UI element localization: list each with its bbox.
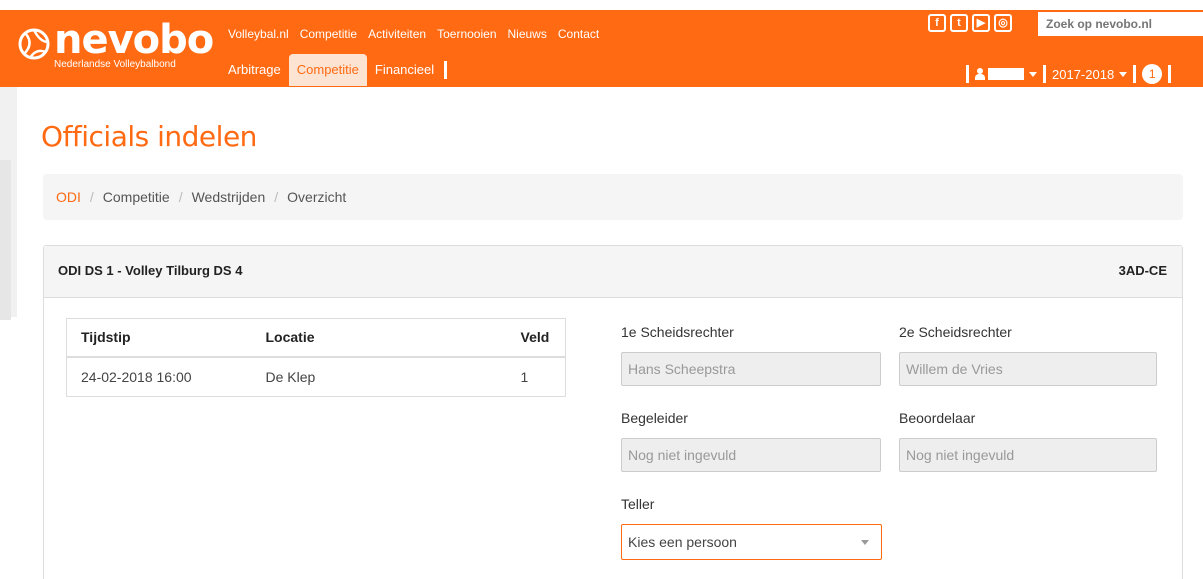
top-nav: Volleybal.nl Competitie Activiteiten Toe…	[228, 20, 610, 48]
nav-toernooien[interactable]: Toernooien	[437, 20, 496, 48]
user-icon	[975, 68, 985, 80]
cell-tijdstip: 24-02-2018 16:00	[81, 368, 192, 385]
facebook-icon[interactable]: f	[928, 14, 946, 32]
subnav-arbitrage[interactable]: Arbitrage	[220, 54, 289, 86]
nav-activiteiten[interactable]: Activiteiten	[368, 20, 426, 48]
guide-label: Begeleider	[621, 410, 688, 426]
match-title: ODI DS 1 - Volley Tilburg DS 4	[58, 263, 243, 278]
col-tijdstip: Tijdstip	[66, 318, 252, 358]
notification-badge[interactable]: 1	[1142, 64, 1163, 84]
breadcrumb-odi[interactable]: ODI	[56, 189, 81, 205]
breadcrumb: ODI / Competitie / Wedstrijden / Overzic…	[43, 174, 1183, 220]
col-veld: Veld	[506, 318, 566, 358]
counter-select-value: Kies een persoon	[628, 534, 737, 550]
table-row: 24-02-2018 16:00 De Klep 1	[67, 357, 566, 397]
match-info-table: Tijdstip Locatie Veld 24-02-2018 16:00 D…	[66, 318, 566, 397]
notif-separator	[1133, 65, 1137, 83]
season-selector[interactable]: 2017-2018	[1052, 67, 1114, 82]
match-panel: ODI DS 1 - Volley Tilburg DS 4 3AD-CE Ti…	[43, 245, 1183, 579]
cell-veld: 1	[520, 368, 529, 385]
cell-locatie: De Klep	[265, 368, 316, 385]
col-locatie: Locatie	[251, 318, 507, 358]
page-title: Officials indelen	[41, 120, 257, 153]
social-links: f t ▶ ◎	[928, 14, 1012, 32]
subnav-financieel[interactable]: Financieel	[367, 54, 442, 86]
user-separator	[966, 65, 969, 83]
nevobo-logo[interactable]: nevobo Nederlandse Volleybalbond	[18, 18, 214, 80]
assessor-label: Beoordelaar	[899, 410, 976, 426]
ref2-label: 2e Scheidsrechter	[899, 324, 1012, 340]
match-code: 3AD-CE	[1118, 263, 1167, 278]
site-header: nevobo Nederlandse Volleybalbond Volleyb…	[0, 0, 1203, 87]
header-bar: nevobo Nederlandse Volleybalbond Volleyb…	[0, 10, 1203, 87]
assessor-field[interactable]: Nog niet ingevuld	[899, 438, 1157, 472]
twitter-icon[interactable]: t	[950, 14, 968, 32]
counter-label: Teller	[621, 496, 655, 512]
table-header-row: Tijdstip Locatie Veld	[66, 318, 566, 358]
subnav-competitie[interactable]: Competitie	[288, 54, 367, 86]
youtube-icon[interactable]: ▶	[972, 14, 990, 32]
match-panel-header: ODI DS 1 - Volley Tilburg DS 4 3AD-CE	[44, 246, 1182, 298]
logo-subtitle: Nederlandse Volleybalbond	[54, 59, 176, 70]
nav-contact[interactable]: Contact	[558, 20, 599, 48]
search-input[interactable]	[1038, 12, 1203, 36]
breadcrumb-divider: /	[274, 189, 279, 205]
breadcrumb-divider: /	[89, 189, 94, 205]
end-separator	[1168, 65, 1172, 83]
sub-nav: Arbitrage Competitie Financieel	[220, 54, 448, 86]
user-name-redacted[interactable]	[988, 68, 1024, 80]
nav-nieuws[interactable]: Nieuws	[508, 20, 547, 48]
nav-volleybal[interactable]: Volleybal.nl	[228, 20, 289, 48]
ref1-label: 1e Scheidsrechter	[621, 324, 734, 340]
volleyball-icon	[18, 28, 50, 60]
breadcrumb-competitie[interactable]: Competitie	[103, 189, 170, 205]
left-gutter-shade	[0, 160, 11, 320]
nav-competitie[interactable]: Competitie	[300, 20, 357, 48]
chevron-down-icon	[861, 540, 869, 545]
breadcrumb-divider: /	[178, 189, 183, 205]
ref1-field[interactable]: Hans Scheepstra	[621, 352, 881, 386]
breadcrumb-overzicht: Overzicht	[287, 189, 347, 205]
user-bar: 2017-2018 1	[960, 64, 1177, 84]
logo-text: nevobo	[54, 17, 214, 63]
guide-field[interactable]: Nog niet ingevuld	[621, 438, 881, 472]
season-caret-icon[interactable]	[1119, 71, 1128, 77]
breadcrumb-wedstrijden[interactable]: Wedstrijden	[192, 189, 266, 205]
instagram-icon[interactable]: ◎	[994, 14, 1012, 32]
counter-select[interactable]: Kies een persoon	[621, 524, 882, 560]
nav-separator	[444, 61, 448, 79]
ref2-field[interactable]: Willem de Vries	[899, 352, 1157, 386]
season-separator	[1043, 65, 1046, 83]
user-caret-icon[interactable]	[1029, 71, 1037, 77]
